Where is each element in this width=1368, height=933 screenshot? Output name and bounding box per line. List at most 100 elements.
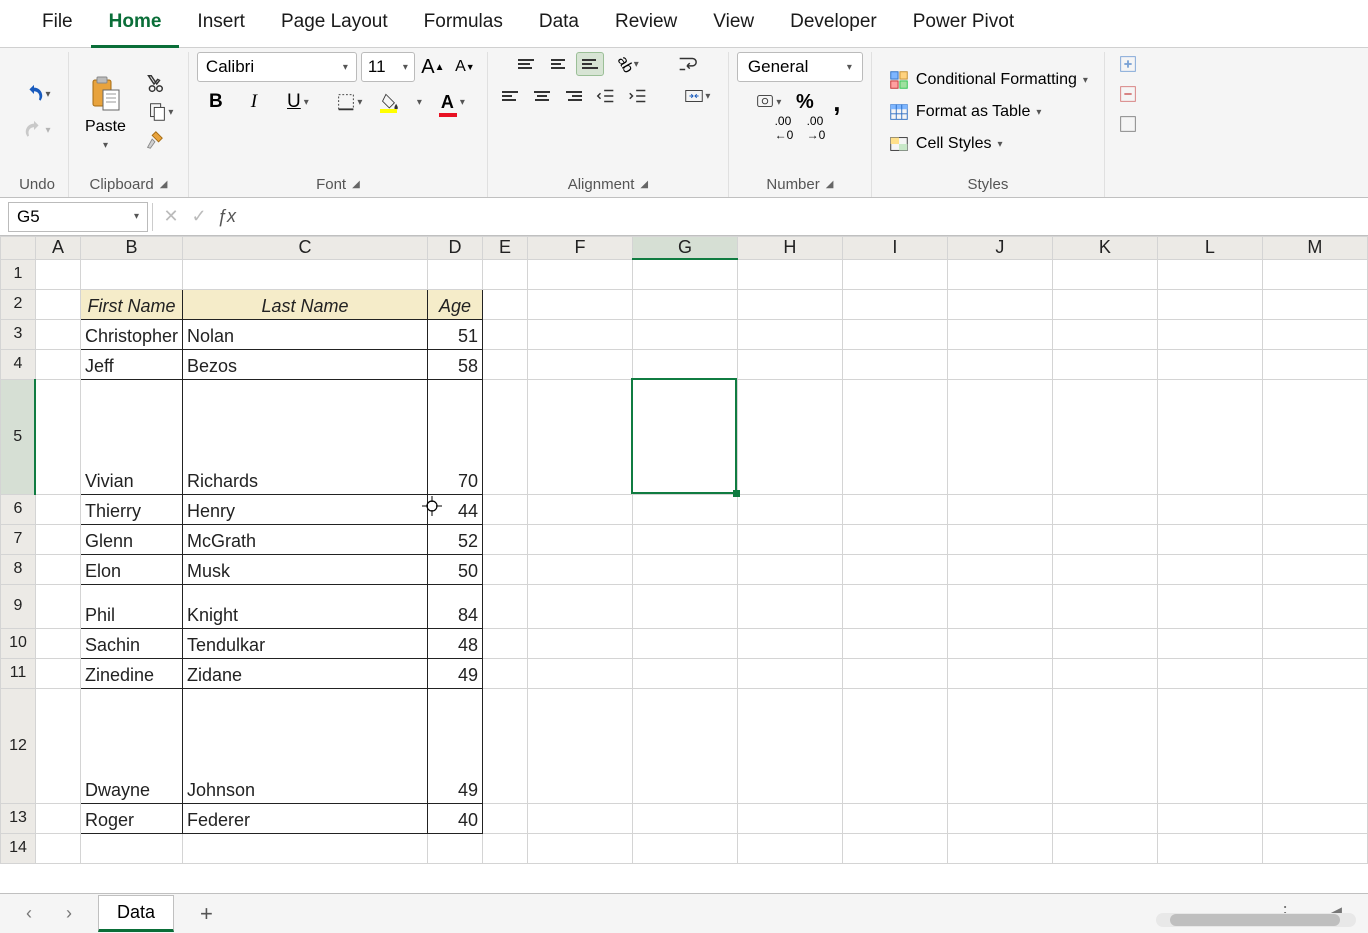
row-header-5[interactable]: 5	[1, 379, 36, 494]
cell-B11[interactable]: Zinedine	[80, 658, 182, 688]
cell-M13[interactable]	[1262, 803, 1367, 833]
cell-C8[interactable]: Musk	[183, 554, 428, 584]
cell-F6[interactable]	[527, 494, 632, 524]
merge-center-button[interactable]: ▾	[674, 84, 720, 108]
cell-M7[interactable]	[1262, 524, 1367, 554]
cell-E14[interactable]	[482, 833, 527, 863]
cell-G8[interactable]	[632, 554, 737, 584]
cell-L8[interactable]	[1157, 554, 1262, 584]
cell-C4[interactable]: Bezos	[183, 349, 428, 379]
cell-I4[interactable]	[842, 349, 947, 379]
col-header-L[interactable]: L	[1157, 237, 1262, 260]
tab-review[interactable]: Review	[597, 0, 695, 48]
cell-H1[interactable]	[737, 259, 842, 289]
cell-H12[interactable]	[737, 688, 842, 803]
row-header-3[interactable]: 3	[1, 319, 36, 349]
col-header-M[interactable]: M	[1262, 237, 1367, 260]
sheet-nav-next[interactable]: ›	[58, 899, 80, 928]
cell-A14[interactable]	[35, 833, 80, 863]
cell-H10[interactable]	[737, 628, 842, 658]
cell-I11[interactable]	[842, 658, 947, 688]
number-launcher[interactable]: ◢	[826, 179, 834, 190]
cell-C3[interactable]: Nolan	[183, 319, 428, 349]
cell-H13[interactable]	[737, 803, 842, 833]
cell-J8[interactable]	[947, 554, 1052, 584]
cell-E7[interactable]	[482, 524, 527, 554]
cell-B5[interactable]: Vivian	[80, 379, 182, 494]
cell-K12[interactable]	[1052, 688, 1157, 803]
cell-A1[interactable]	[35, 259, 80, 289]
cell-I5[interactable]	[842, 379, 947, 494]
cell-D6[interactable]: 44	[428, 494, 483, 524]
cell-M10[interactable]	[1262, 628, 1367, 658]
cell-E9[interactable]	[482, 584, 527, 628]
cell-M3[interactable]	[1262, 319, 1367, 349]
cell-K5[interactable]	[1052, 379, 1157, 494]
paste-button[interactable]: Paste ▾	[77, 70, 134, 155]
cell-J14[interactable]	[947, 833, 1052, 863]
cell-B9[interactable]: Phil	[80, 584, 182, 628]
cell-M14[interactable]	[1262, 833, 1367, 863]
align-right-button[interactable]	[560, 84, 588, 108]
delete-cells-button[interactable]	[1113, 82, 1143, 106]
cell-K3[interactable]	[1052, 319, 1157, 349]
cell-B3[interactable]: Christopher	[80, 319, 182, 349]
cell-E1[interactable]	[482, 259, 527, 289]
cell-L12[interactable]	[1157, 688, 1262, 803]
cell-M5[interactable]	[1262, 379, 1367, 494]
cell-J4[interactable]	[947, 349, 1052, 379]
cell-F12[interactable]	[527, 688, 632, 803]
row-header-8[interactable]: 8	[1, 554, 36, 584]
alignment-launcher[interactable]: ◢	[640, 179, 648, 190]
cell-K2[interactable]	[1052, 289, 1157, 319]
cell-B1[interactable]	[80, 259, 182, 289]
cell-L14[interactable]	[1157, 833, 1262, 863]
cell-E3[interactable]	[482, 319, 527, 349]
cell-L13[interactable]	[1157, 803, 1262, 833]
cell-L2[interactable]	[1157, 289, 1262, 319]
cell-B4[interactable]: Jeff	[80, 349, 182, 379]
cell-G6[interactable]	[632, 494, 737, 524]
cell-C2[interactable]: Last Name	[183, 289, 428, 319]
font-size-select[interactable]: 11▾	[361, 52, 415, 82]
cell-F5[interactable]	[527, 379, 632, 494]
cell-G3[interactable]	[632, 319, 737, 349]
cell-F4[interactable]	[527, 349, 632, 379]
cell-H8[interactable]	[737, 554, 842, 584]
cell-E13[interactable]	[482, 803, 527, 833]
cell-H14[interactable]	[737, 833, 842, 863]
increase-decimal-button[interactable]: .00←0	[770, 116, 798, 140]
row-header-9[interactable]: 9	[1, 584, 36, 628]
decrease-indent-button[interactable]	[592, 84, 620, 108]
col-header-G[interactable]: G	[632, 237, 737, 260]
cell-F1[interactable]	[527, 259, 632, 289]
col-header-J[interactable]: J	[947, 237, 1052, 260]
row-header-1[interactable]: 1	[1, 259, 36, 289]
cell-A9[interactable]	[35, 584, 80, 628]
cell-G4[interactable]	[632, 349, 737, 379]
cell-D8[interactable]: 50	[428, 554, 483, 584]
cell-E11[interactable]	[482, 658, 527, 688]
cell-F2[interactable]	[527, 289, 632, 319]
cell-H3[interactable]	[737, 319, 842, 349]
cell-C6[interactable]: Henry	[183, 494, 428, 524]
cell-J13[interactable]	[947, 803, 1052, 833]
cell-H11[interactable]	[737, 658, 842, 688]
cell-G14[interactable]	[632, 833, 737, 863]
cell-M9[interactable]	[1262, 584, 1367, 628]
cell-M1[interactable]	[1262, 259, 1367, 289]
cell-A11[interactable]	[35, 658, 80, 688]
cell-D1[interactable]	[428, 259, 483, 289]
increase-indent-button[interactable]	[624, 84, 652, 108]
row-header-4[interactable]: 4	[1, 349, 36, 379]
font-name-select[interactable]: Calibri▾	[197, 52, 357, 82]
italic-button[interactable]: I	[240, 90, 268, 114]
cell-I6[interactable]	[842, 494, 947, 524]
undo-button[interactable]: ▾	[14, 78, 60, 110]
cell-J11[interactable]	[947, 658, 1052, 688]
cell-H2[interactable]	[737, 289, 842, 319]
cell-M8[interactable]	[1262, 554, 1367, 584]
align-bottom-button[interactable]	[576, 52, 604, 76]
cell-K10[interactable]	[1052, 628, 1157, 658]
cell-L4[interactable]	[1157, 349, 1262, 379]
